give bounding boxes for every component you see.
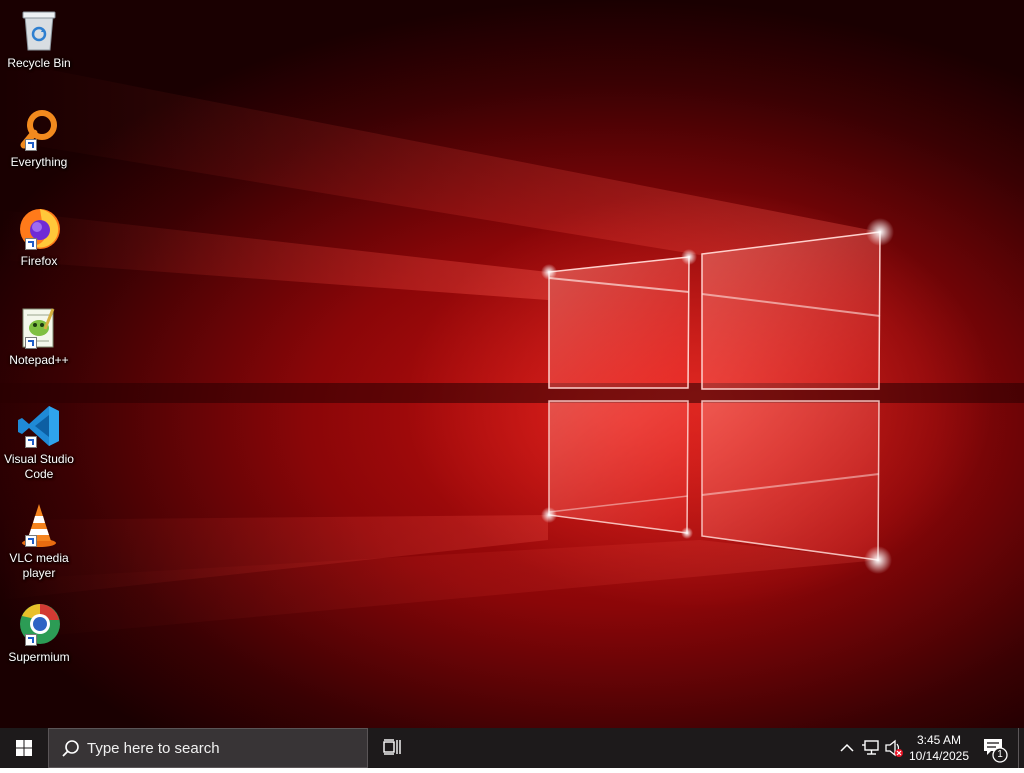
desktop-icon-recycle-bin[interactable]: Recycle Bin xyxy=(2,6,76,71)
network-icon xyxy=(862,740,879,755)
desktop-icon-supermium[interactable]: Supermium xyxy=(2,600,76,665)
shortcut-arrow-icon xyxy=(25,535,37,547)
search-input[interactable] xyxy=(87,738,357,758)
firefox-icon xyxy=(15,204,63,252)
volume-muted-icon xyxy=(885,739,903,757)
chevron-up-icon xyxy=(840,743,854,752)
shortcut-arrow-icon xyxy=(25,436,37,448)
clock-date: 10/14/2025 xyxy=(908,749,970,763)
desktop[interactable]: Recycle Bin Everything Firefox Notepad++… xyxy=(0,0,1024,728)
everything-icon xyxy=(15,105,63,153)
recycle-bin-icon xyxy=(15,6,63,54)
windows-logo-icon xyxy=(16,740,32,756)
desktop-icon-vlc-media-player[interactable]: VLC media player xyxy=(2,501,76,581)
desktop-icon-everything[interactable]: Everything xyxy=(2,105,76,170)
clock-time: 3:45 AM xyxy=(916,733,962,747)
taskbar: 3:45 AM 10/14/2025 1 xyxy=(0,728,1024,768)
vlc-icon xyxy=(15,501,63,549)
network-button[interactable] xyxy=(859,728,883,768)
desktop-icon-label: Everything xyxy=(10,155,68,169)
show-desktop-button[interactable] xyxy=(1018,728,1024,768)
notification-count-badge: 1 xyxy=(997,749,1003,760)
clock[interactable]: 3:45 AM 10/14/2025 xyxy=(903,730,975,766)
shortcut-arrow-icon xyxy=(25,634,37,646)
vscode-icon xyxy=(15,402,63,450)
search-icon xyxy=(62,740,79,757)
desktop-icon-firefox[interactable]: Firefox xyxy=(2,204,76,269)
task-view-icon xyxy=(383,739,401,755)
desktop-icon-visual-studio-code[interactable]: Visual Studio Code xyxy=(2,402,76,482)
desktop-icon-label: Recycle Bin xyxy=(7,56,71,70)
start-button[interactable] xyxy=(0,728,48,768)
shortcut-arrow-icon xyxy=(25,238,37,250)
notification-center-button[interactable]: 1 xyxy=(978,728,1012,768)
desktop-icon-label: Visual Studio Code xyxy=(4,452,74,481)
search-box[interactable] xyxy=(48,728,368,768)
desktop-icon-label: Firefox xyxy=(20,254,58,268)
notepad-plus-plus-icon xyxy=(15,303,63,351)
shortcut-arrow-icon xyxy=(25,337,37,349)
desktop-icon-label: VLC media player xyxy=(9,551,69,580)
wallpaper-windows-logo xyxy=(0,60,1024,640)
task-view-button[interactable] xyxy=(376,728,408,768)
supermium-icon xyxy=(15,600,63,648)
show-hidden-icons-button[interactable] xyxy=(836,728,858,768)
desktop-icon-label: Supermium xyxy=(8,650,70,664)
volume-button[interactable] xyxy=(883,728,905,768)
desktop-icon-label: Notepad++ xyxy=(9,353,69,367)
desktop-icon-notepad-plus-plus[interactable]: Notepad++ xyxy=(2,303,76,368)
shortcut-arrow-icon xyxy=(25,139,37,151)
